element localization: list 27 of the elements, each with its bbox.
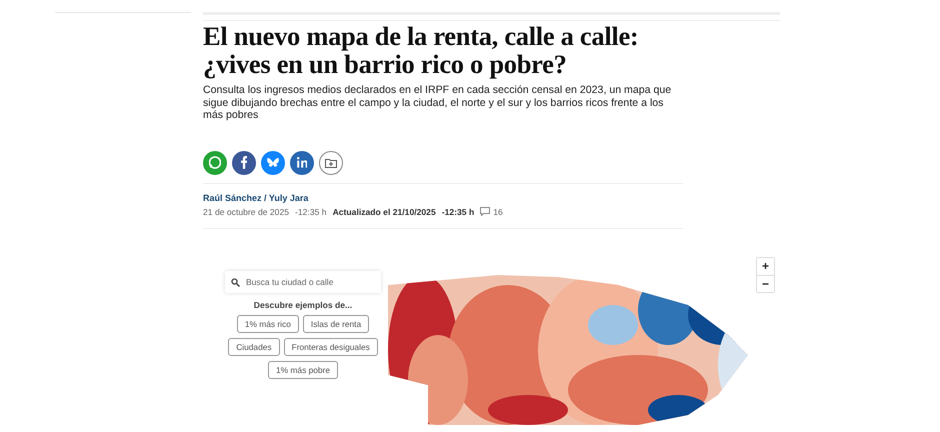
examples-heading: Descubre ejemplos de... [254,300,352,310]
search-field[interactable]: Busca tu ciudad o calle [225,270,381,292]
article-subtitle: Consulta los ingresos medios declarados en el IRPF en cada sección censal en 2023, un mapa que sigue dibujando brechas entre el campo y la ciudad, el norte y el sur y los barrios ricos frente a los más pobres [203,84,672,122]
share-button[interactable] [203,150,227,174]
folder-plus-icon [325,158,337,168]
updated-time: -12:35 h [442,206,474,216]
example-chip[interactable]: 1% más rico [236,314,299,332]
example-chip[interactable]: Islas de renta [302,314,370,332]
example-chip[interactable]: Ciudades [228,338,280,356]
example-chip[interactable]: Fronteras desiguales [284,338,378,356]
butterfly-icon [267,158,279,168]
comment-count[interactable]: 16 [493,206,503,216]
zoom-out-button[interactable]: − [757,274,774,292]
share-button[interactable] [290,150,314,174]
save-button[interactable] [319,150,343,174]
example-chip[interactable]: 1% más pobre [268,360,338,378]
author-byline[interactable]: Raúl Sánchez / Yuly Jara [203,192,683,202]
linkedin-icon [296,157,308,168]
comment-icon [480,207,490,216]
share-button[interactable] [232,150,256,174]
facebook-icon [240,156,248,169]
whatsapp-icon [209,156,221,169]
updated-date: Actualizado el 21/10/2025 [332,206,436,216]
share-button[interactable] [261,150,285,174]
article-title: El nuevo mapa de la renta, calle a calle: ¿vives en un barrio rico o pobre? [203,22,640,78]
publish-time: -12:35 h [295,206,327,216]
publish-date: 21 de octubre de 2025 [203,206,290,216]
